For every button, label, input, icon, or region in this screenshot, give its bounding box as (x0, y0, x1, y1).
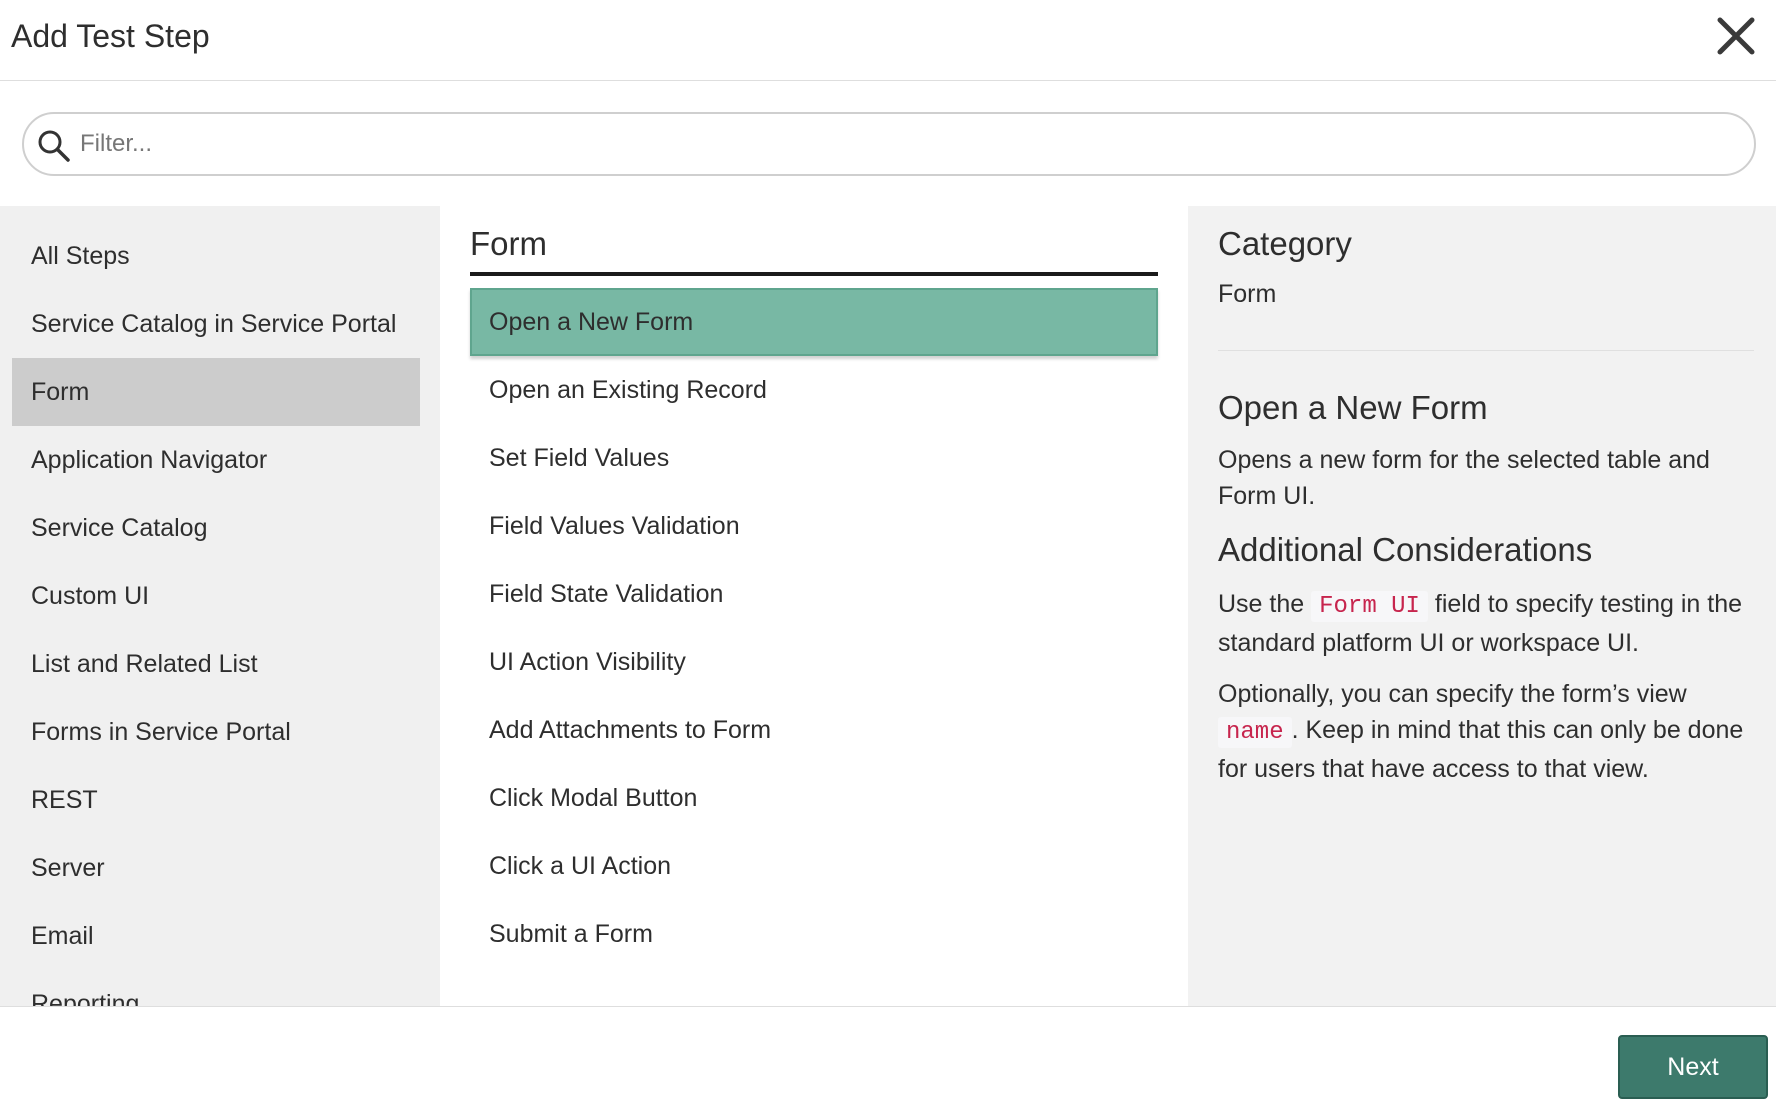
dialog-footer: Next (0, 1006, 1776, 1112)
close-button[interactable] (1714, 14, 1758, 58)
close-icon[interactable] (1714, 14, 1758, 58)
dialog-header: Add Test Step (0, 0, 1776, 81)
additional-considerations-paragraph-2: Optionally, you can specify the form’s v… (1218, 676, 1758, 787)
name-code: name (1218, 717, 1292, 748)
category-item-rest[interactable]: REST (12, 766, 420, 834)
category-item-application-navigator[interactable]: Application Navigator (12, 426, 420, 494)
next-button[interactable]: Next (1618, 1035, 1768, 1099)
step-item-click-a-ui-action[interactable]: Click a UI Action (470, 832, 1158, 900)
category-item-email[interactable]: Email (12, 902, 420, 970)
category-item-custom-ui[interactable]: Custom UI (12, 562, 420, 630)
search-box[interactable] (22, 112, 1756, 176)
search-icon (38, 130, 70, 162)
additional-considerations-paragraph-1: Use the Form UI field to specify testing… (1218, 586, 1758, 661)
category-item-forms-in-service-portal[interactable]: Forms in Service Portal (12, 698, 420, 766)
category-item-all-steps[interactable]: All Steps (12, 222, 420, 290)
step-title: Open a New Form (1218, 389, 1488, 426)
step-list-heading: Form (470, 224, 1158, 276)
step-item-submit-a-form[interactable]: Submit a Form (470, 900, 1158, 968)
step-list: Form Open a New Form Open an Existing Re… (440, 206, 1188, 1006)
ac-p2-prefix: Optionally, you can specify the form’s v… (1218, 680, 1687, 708)
step-item-ui-action-visibility[interactable]: UI Action Visibility (470, 628, 1158, 696)
step-item-set-field-values[interactable]: Set Field Values (470, 424, 1158, 492)
filter-input[interactable] (80, 122, 1740, 166)
additional-considerations-title: Additional Considerations (1218, 531, 1593, 568)
step-details-panel: Category Form Open a New Form Opens a ne… (1188, 206, 1776, 1006)
category-value: Form (1218, 280, 1277, 308)
step-item-open-an-existing-record[interactable]: Open an Existing Record (470, 356, 1158, 424)
step-item-field-state-validation[interactable]: Field State Validation (470, 560, 1158, 628)
category-item-reporting[interactable]: Reporting (12, 970, 420, 1006)
step-description: Opens a new form for the selected table … (1218, 446, 1710, 510)
category-item-service-catalog-in-service-portal[interactable]: Service Catalog in Service Portal (12, 290, 420, 358)
category-list: All Steps Service Catalog in Service Por… (0, 206, 440, 1006)
category-item-form[interactable]: Form (12, 358, 420, 426)
ac-p1-prefix: Use the (1218, 590, 1305, 618)
category-item-service-catalog[interactable]: Service Catalog (12, 494, 420, 562)
step-item-add-attachments-to-form[interactable]: Add Attachments to Form (470, 696, 1158, 764)
dialog-title: Add Test Step (11, 18, 210, 54)
category-item-list-and-related-list[interactable]: List and Related List (12, 630, 420, 698)
step-item-open-a-new-form[interactable]: Open a New Form (470, 288, 1158, 356)
step-item-click-modal-button[interactable]: Click Modal Button (470, 764, 1158, 832)
form-ui-code: Form UI (1311, 591, 1428, 622)
category-label: Category (1218, 225, 1352, 262)
step-item-field-values-validation[interactable]: Field Values Validation (470, 492, 1158, 560)
ac-p2-suffix: . Keep in mind that this can only be don… (1218, 716, 1744, 783)
details-divider (1218, 350, 1754, 351)
category-item-server[interactable]: Server (12, 834, 420, 902)
